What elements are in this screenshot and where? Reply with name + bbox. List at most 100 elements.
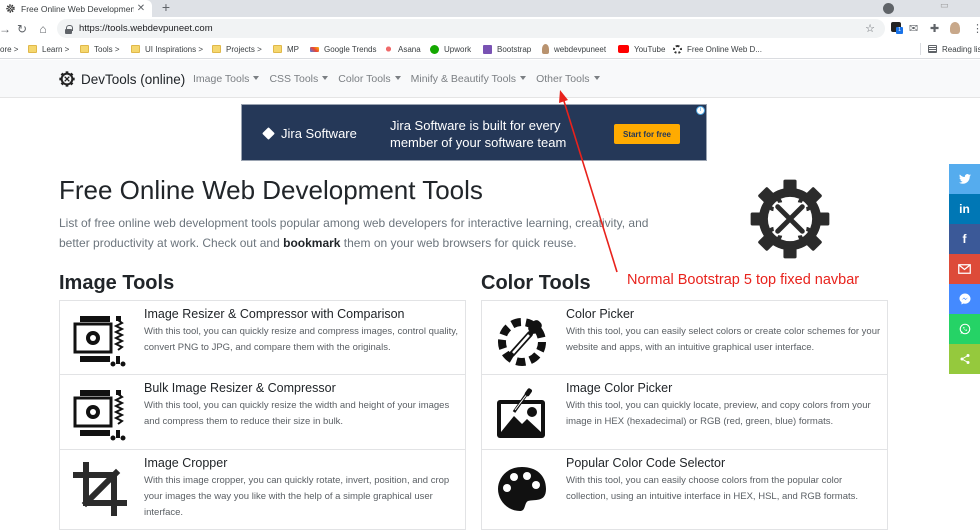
bookmark-emphasis: bookmark — [283, 236, 341, 250]
share-facebook-button[interactable]: f — [949, 224, 980, 254]
whatsapp-icon — [959, 323, 970, 335]
nav-image-tools[interactable]: Image Tools — [193, 73, 260, 85]
tool-card[interactable]: Image Color Picker With this tool, you c… — [481, 375, 888, 450]
eyedropper-icon — [498, 318, 546, 366]
tool-card[interactable]: Image Cropper With this image cropper, y… — [59, 450, 466, 530]
facebook-icon: f — [962, 232, 967, 246]
twitter-icon — [958, 174, 971, 184]
close-tab-icon[interactable]: ✕ — [134, 3, 148, 14]
ad-cta-button[interactable]: Start for free — [614, 124, 680, 144]
site-navbar: DevTools (online) Image Tools CSS Tools … — [0, 60, 980, 98]
tool-description: With this tool, you can quickly locate, … — [566, 400, 871, 427]
share-generic-button[interactable] — [949, 344, 980, 374]
home-icon[interactable]: ⌂ — [35, 17, 51, 40]
profile-avatar[interactable] — [950, 22, 960, 34]
caret-down-icon — [394, 76, 401, 80]
youtube-icon — [618, 45, 629, 53]
page-title: Free Online Web Development Tools — [59, 175, 483, 205]
ad-banner[interactable]: Jira Software Jira Software is built for… — [241, 104, 707, 161]
menu-icon[interactable]: ⋮ — [972, 22, 980, 35]
palette-icon — [498, 467, 546, 511]
mail-icon[interactable]: ✉ — [909, 22, 918, 35]
folder-icon — [212, 45, 221, 53]
browser-tab[interactable]: Free Online Web Development To ✕ — [0, 0, 152, 17]
avatar-icon — [542, 44, 549, 54]
bookmark-folder-mp[interactable]: MP — [273, 40, 299, 58]
tool-card[interactable]: Color Picker With this tool, you can eas… — [481, 300, 888, 375]
share-linkedin-button[interactable]: in — [949, 194, 980, 224]
tool-description: With this tool, you can quickly resize a… — [144, 326, 458, 353]
address-bar[interactable]: https://tools.webdevpuneet.com ☆ — [57, 19, 885, 38]
section-title-color-tools: Color Tools — [481, 272, 591, 294]
social-share-bar: in f — [949, 164, 980, 374]
navbar-links: Image Tools CSS Tools Color Tools Minify… — [193, 60, 610, 98]
messenger-icon — [959, 293, 970, 305]
reading-list[interactable]: Reading list — [928, 40, 980, 58]
tools-gear-icon — [750, 179, 830, 259]
puzzle-icon[interactable]: ✚ — [930, 22, 939, 35]
nav-color-tools[interactable]: Color Tools — [338, 73, 401, 85]
tool-title[interactable]: Bulk Image Resizer & Compressor — [144, 381, 336, 395]
jira-logo-icon — [262, 127, 275, 140]
ad-headline: Jira Software is built for every member … — [390, 118, 567, 150]
share-gmail-button[interactable] — [949, 254, 980, 284]
url-text: https://tools.webdevpuneet.com — [79, 23, 213, 34]
bookmark-folder-ui-inspirations[interactable]: UI Inspirations > — [131, 40, 203, 58]
reading-list-icon — [928, 45, 937, 53]
nav-other-tools[interactable]: Other Tools — [536, 73, 600, 85]
logo-gear-icon — [59, 71, 75, 87]
tab-search-icon[interactable] — [883, 3, 894, 14]
extension-badge: 1 — [896, 27, 903, 34]
bootstrap-icon — [483, 44, 492, 54]
bookmark-star-icon[interactable]: ☆ — [865, 22, 875, 35]
share-messenger-button[interactable] — [949, 284, 980, 314]
tool-description: With this tool, you can easily choose co… — [566, 475, 858, 502]
share-twitter-button[interactable] — [949, 164, 980, 194]
restore-icon[interactable]: ▭ — [940, 0, 949, 11]
lock-icon — [65, 24, 73, 34]
bookmark-folder-learn[interactable]: Learn > — [28, 40, 69, 58]
extension-icon[interactable]: 1 — [891, 22, 903, 34]
gear-icon — [673, 44, 682, 54]
nav-css-tools[interactable]: CSS Tools — [269, 73, 329, 85]
share-whatsapp-button[interactable] — [949, 314, 980, 344]
ad-brand: Jira Software — [262, 105, 357, 162]
nav-minify-beautify-tools[interactable]: Minify & Beautify Tools — [411, 73, 527, 85]
share-icon — [960, 354, 969, 364]
image-eyedropper-icon — [497, 388, 545, 438]
bookmark-google-trends[interactable]: Google Trends — [310, 40, 376, 58]
bookmark-folder-projects[interactable]: Projects > — [212, 40, 262, 58]
tool-card[interactable]: Popular Color Code Selector With this to… — [481, 450, 888, 530]
bookmark-webdevpuneet[interactable]: webdevpuneet — [542, 40, 606, 58]
folder-icon — [28, 45, 37, 53]
caret-down-icon — [593, 76, 600, 80]
bookmarks-divider — [920, 43, 921, 55]
tool-title[interactable]: Image Color Picker — [566, 381, 672, 395]
bookmark-more[interactable]: ore > — [0, 40, 18, 58]
bookmark-youtube[interactable]: YouTube — [618, 40, 665, 58]
tool-title[interactable]: Color Picker — [566, 307, 634, 321]
annotation-label: Normal Bootstrap 5 top fixed navbar — [627, 272, 860, 288]
tool-title[interactable]: Image Cropper — [144, 456, 227, 470]
tool-description: With this tool, you can quickly resize t… — [144, 400, 450, 427]
new-tab-button[interactable]: + — [158, 0, 174, 17]
ad-info-icon[interactable]: i — [696, 106, 705, 115]
folder-icon — [131, 45, 140, 53]
tab-title: Free Online Web Development To — [21, 3, 134, 14]
folder-icon — [80, 45, 89, 53]
bookmark-upwork[interactable]: Upwork — [430, 40, 471, 58]
bookmark-asana[interactable]: Asana — [384, 40, 421, 58]
forward-icon[interactable]: → — [0, 17, 11, 40]
tool-card[interactable]: Image Resizer & Compressor with Comparis… — [59, 300, 466, 375]
bookmark-free-online-web[interactable]: Free Online Web D... — [673, 40, 762, 58]
reload-icon[interactable]: ↻ — [14, 17, 30, 40]
brand-text: DevTools (online) — [81, 71, 186, 87]
navbar-brand[interactable]: DevTools (online) — [59, 60, 185, 98]
tool-title[interactable]: Popular Color Code Selector — [566, 456, 725, 470]
page-lead: List of free online web development tool… — [59, 216, 649, 250]
tool-title[interactable]: Image Resizer & Compressor with Comparis… — [144, 307, 405, 321]
bookmarks-bar: ore > Learn > Tools > UI Inspirations > … — [0, 40, 980, 59]
bookmark-bootstrap[interactable]: Bootstrap — [483, 40, 531, 58]
bookmark-folder-tools[interactable]: Tools > — [80, 40, 120, 58]
tool-card[interactable]: Bulk Image Resizer & Compressor With thi… — [59, 375, 466, 450]
